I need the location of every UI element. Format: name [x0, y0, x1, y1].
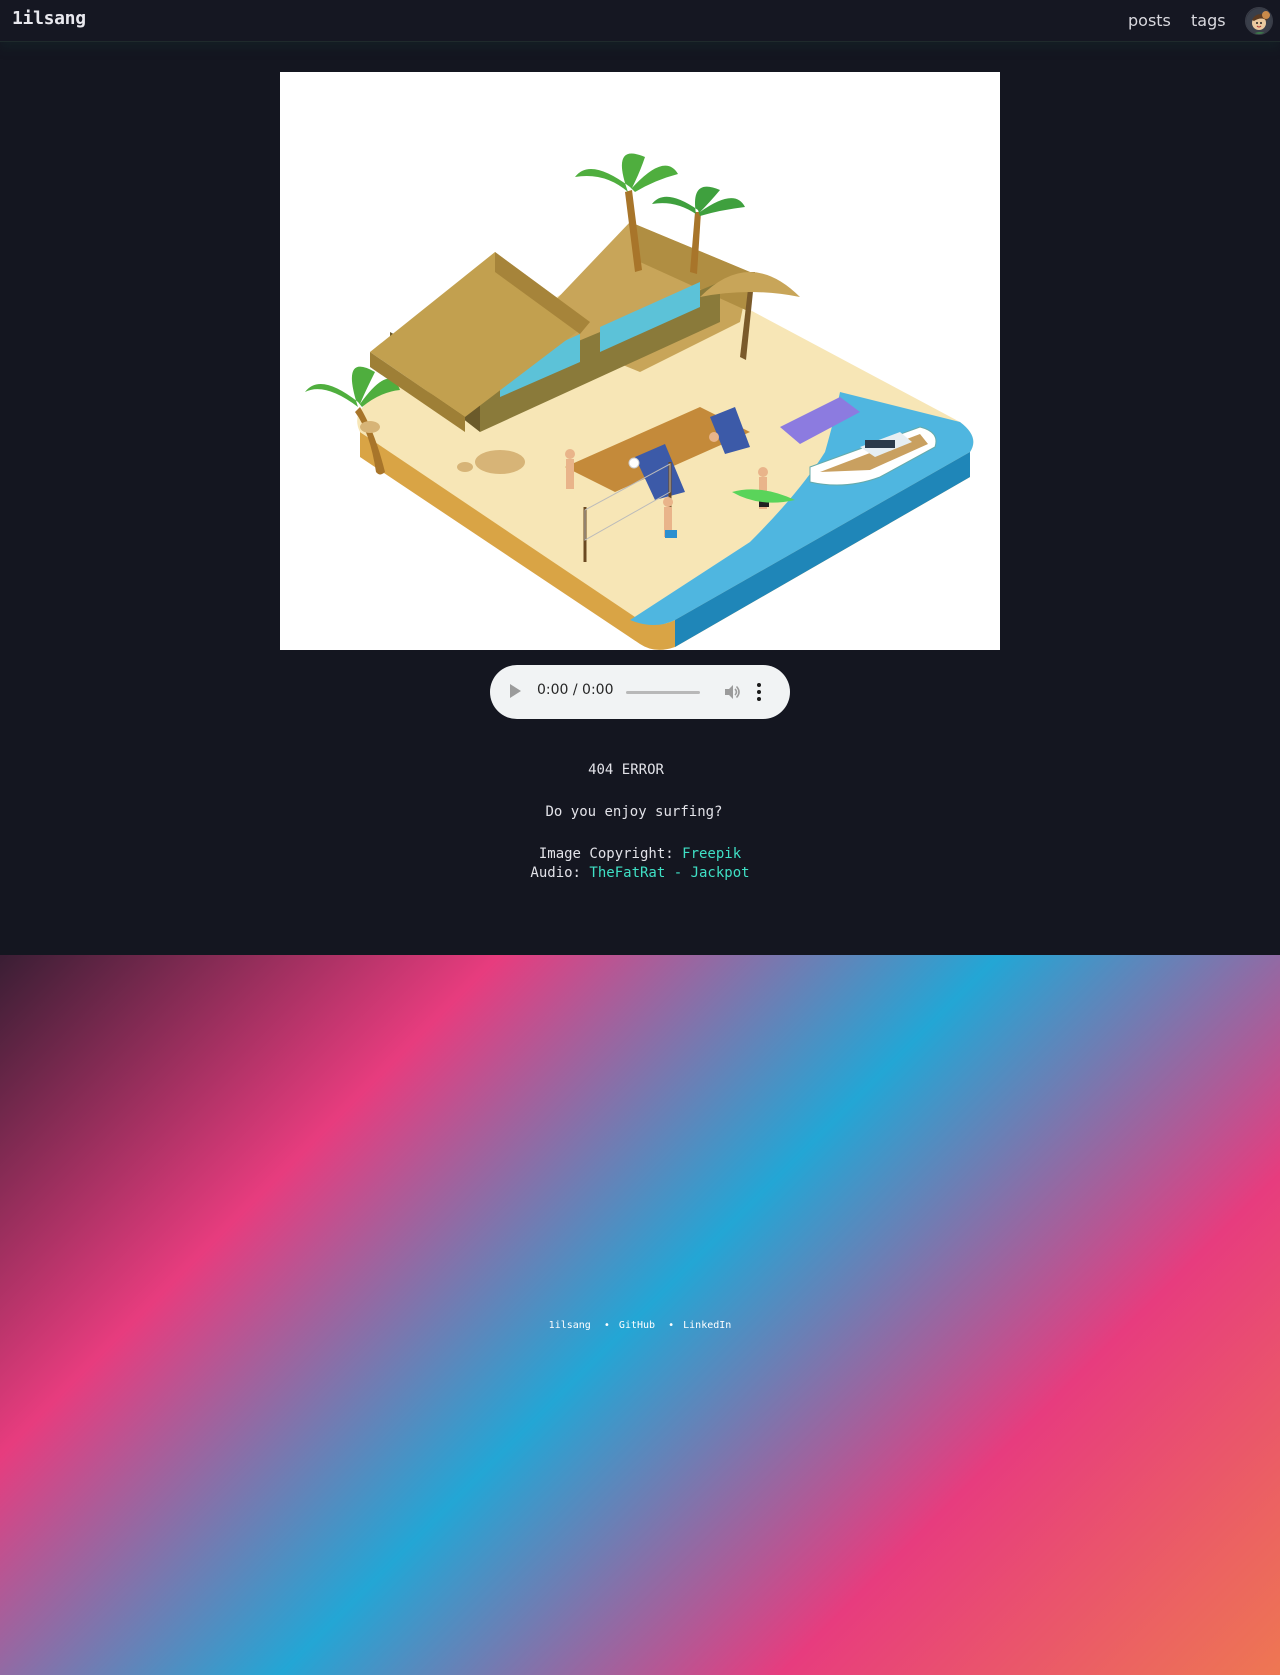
brand-logo-link[interactable]: 1ilsang: [12, 8, 86, 29]
footer-link-1ilsang[interactable]: 1ilsang: [549, 1320, 591, 1331]
top-navigation-bar: 1ilsang posts tags: [0, 0, 1280, 42]
gradient-footer: 1ilsang • GitHub • LinkedIn: [0, 955, 1280, 1675]
footer-link-linkedin[interactable]: LinkedIn: [683, 1320, 731, 1331]
play-icon[interactable]: [510, 684, 521, 698]
audio-player: 0:00 / 0:00: [490, 665, 790, 719]
nav-tags-link[interactable]: tags: [1191, 11, 1226, 30]
error-title: 404 ERROR: [588, 762, 664, 778]
volume-icon[interactable]: [723, 683, 741, 701]
error-question: Do you enjoy surfing?: [545, 804, 723, 820]
footer-separator: •: [668, 1320, 675, 1331]
footer-separator: •: [603, 1320, 610, 1331]
isometric-beach-island-illustration: [305, 153, 974, 650]
freepik-link[interactable]: Freepik: [682, 846, 741, 862]
nav-posts-link[interactable]: posts: [1128, 11, 1171, 30]
profile-avatar-icon[interactable]: [1245, 7, 1273, 35]
audio-progress-slider[interactable]: [626, 691, 700, 694]
beach-island-illustration: [280, 72, 1000, 650]
audio-credit-label: Audio:: [530, 865, 581, 881]
audio-credit-link[interactable]: TheFatRat - Jackpot: [589, 865, 749, 881]
footer-link-github[interactable]: GitHub: [619, 1320, 655, 1331]
audio-time-display: 0:00 / 0:00: [537, 682, 614, 698]
image-credit-label: Image Copyright:: [538, 846, 674, 862]
image-credit-line: Image Copyright: Freepik: [0, 846, 1280, 862]
audio-credit-line: Audio: TheFatRat - Jackpot: [0, 865, 1280, 881]
more-vertical-icon[interactable]: [757, 682, 761, 702]
footer-links: 1ilsang • GitHub • LinkedIn: [0, 1320, 1280, 1331]
